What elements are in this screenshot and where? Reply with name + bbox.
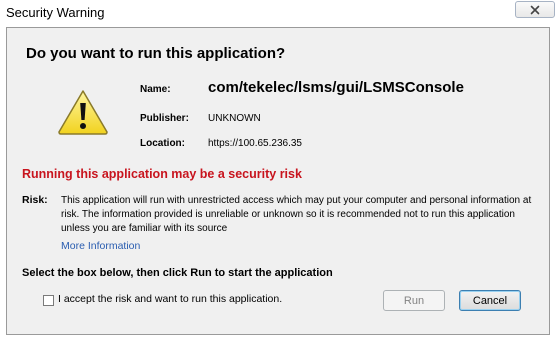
security-warning-window: Security Warning Do you want to run this… [0, 0, 558, 340]
risk-label: Risk: [22, 194, 48, 206]
accept-risk-checkbox[interactable] [43, 295, 54, 306]
publisher-value: UNKNOWN [208, 113, 261, 124]
window-title: Security Warning [6, 5, 105, 20]
name-value: com/tekelec/lsms/gui/LSMSConsole [208, 79, 464, 96]
warning-triangle-icon [57, 88, 109, 136]
publisher-label: Publisher: [140, 113, 189, 124]
more-information-link[interactable]: More Information [61, 240, 140, 252]
dialog-question: Do you want to run this application? [26, 45, 286, 62]
close-icon [530, 5, 540, 15]
risk-description: This application will run with unrestric… [61, 195, 532, 234]
dialog-panel: Do you want to run this application? Nam… [6, 27, 550, 335]
name-label: Name: [140, 84, 171, 95]
close-button[interactable] [515, 1, 555, 18]
location-label: Location: [140, 138, 185, 149]
title-bar: Security Warning [0, 0, 558, 26]
run-button[interactable]: Run [383, 290, 445, 311]
risk-heading: Running this application may be a securi… [22, 167, 302, 181]
cancel-button[interactable]: Cancel [459, 290, 521, 311]
instruction-text: Select the box below, then click Run to … [22, 267, 333, 279]
accept-risk-label[interactable]: I accept the risk and want to run this a… [58, 293, 282, 305]
location-value: https://100.65.236.35 [208, 138, 302, 149]
